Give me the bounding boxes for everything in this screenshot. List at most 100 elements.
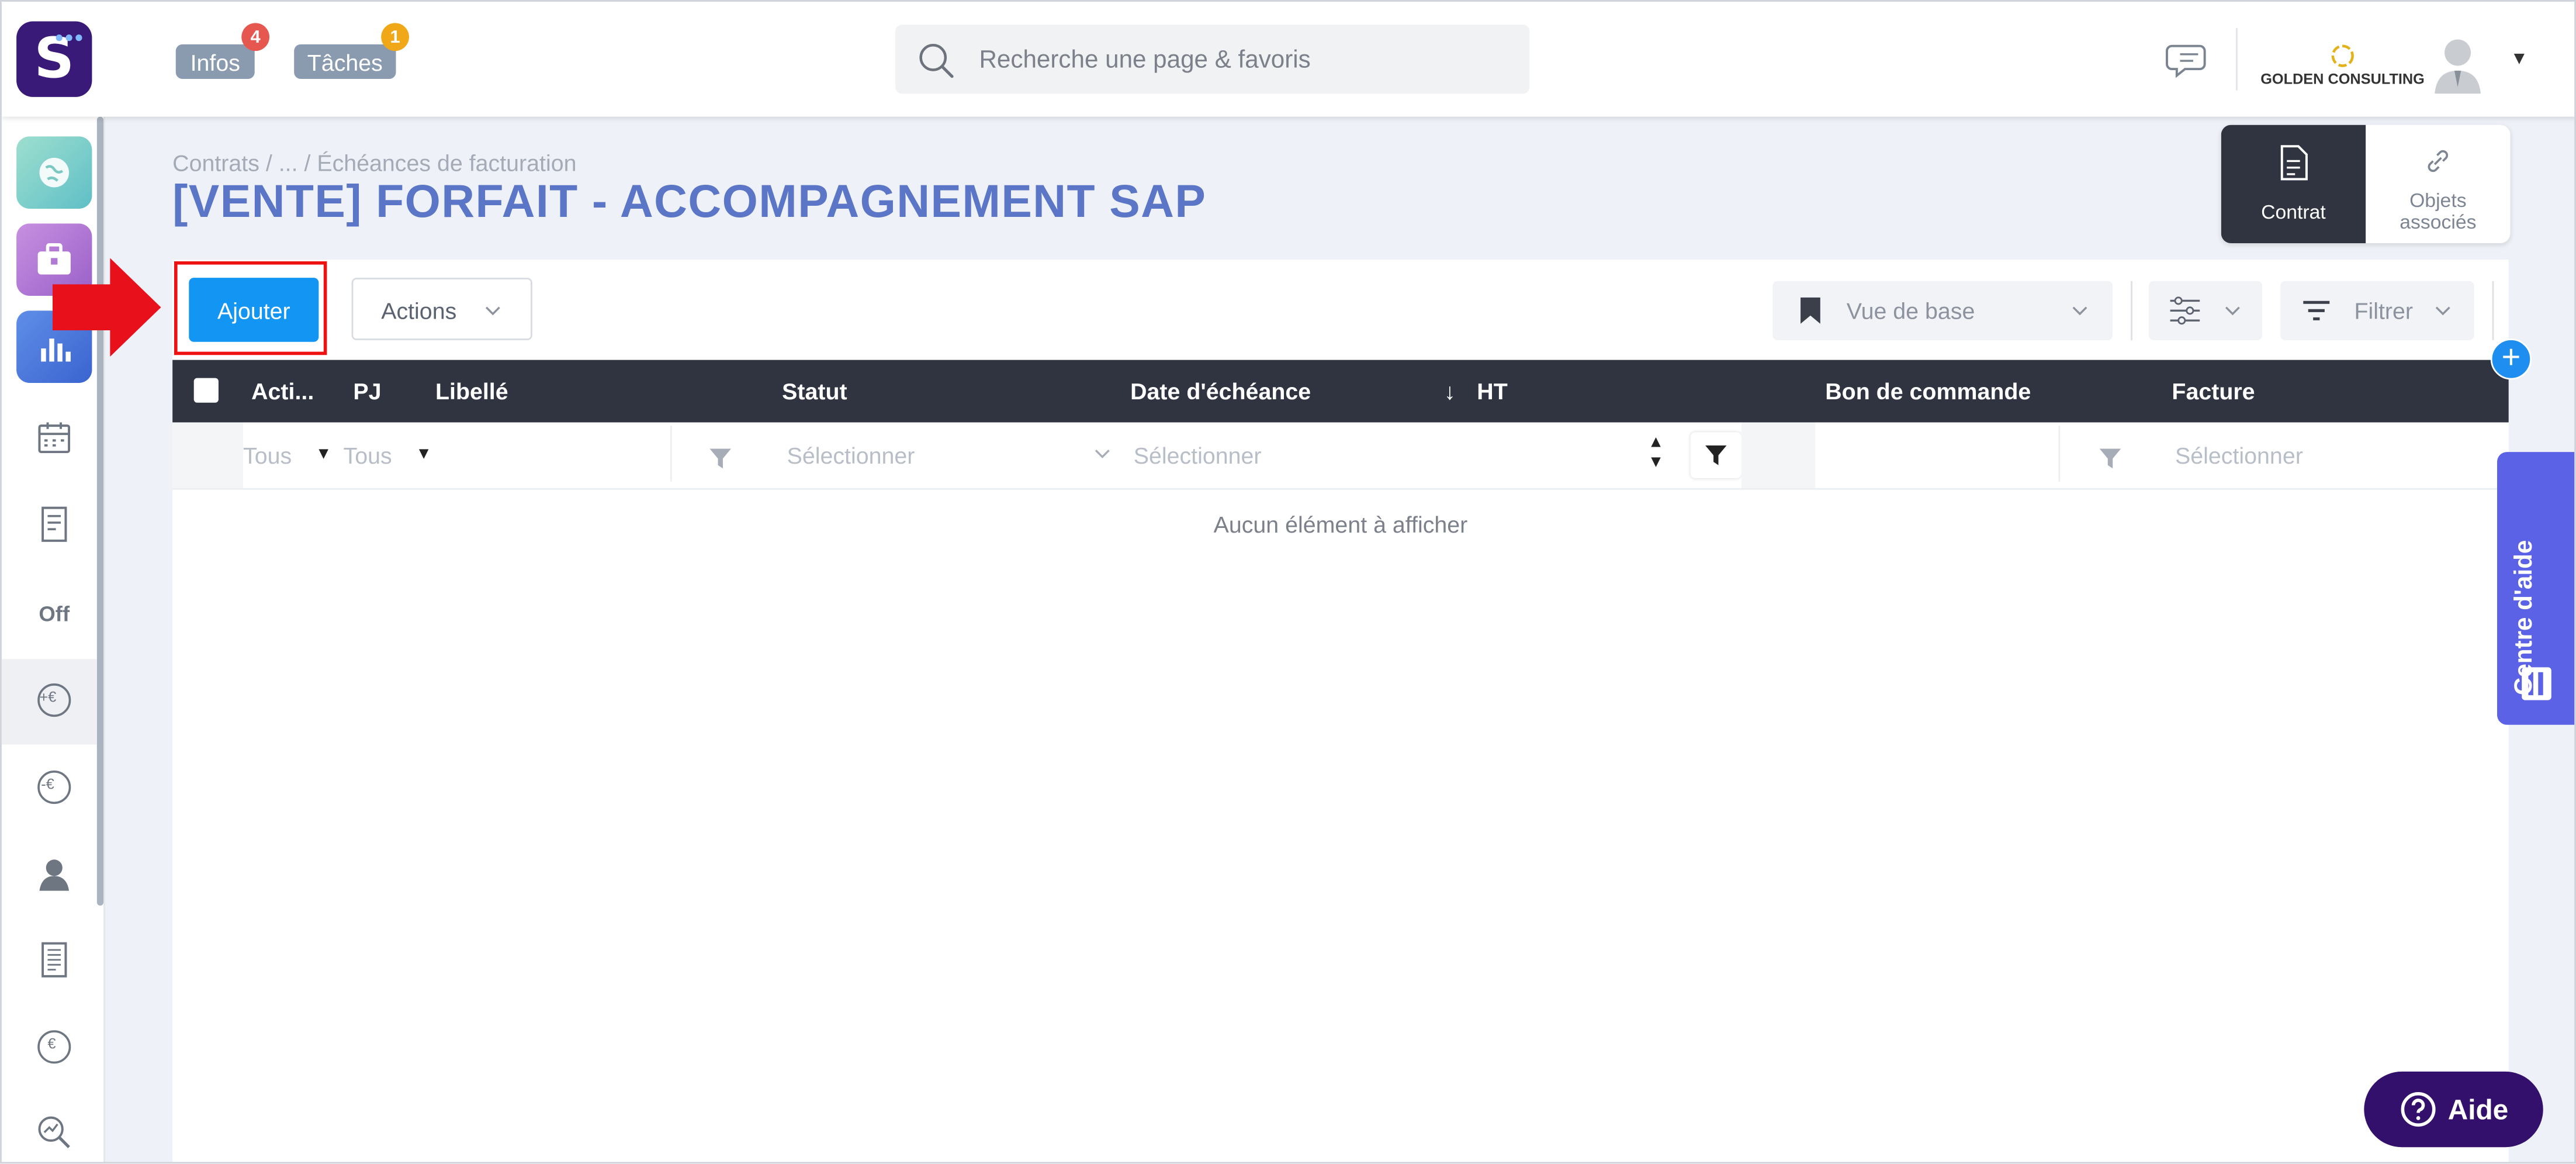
chevron-down-icon: [2072, 306, 2087, 316]
funnel-icon: [1705, 445, 1727, 465]
select-all-checkbox[interactable]: [193, 378, 219, 403]
document-icon: [2280, 145, 2308, 181]
funnel-icon[interactable]: [2099, 448, 2121, 469]
sliders-icon: [2170, 296, 2200, 325]
breadcrumb[interactable]: Contrats / ... / Échéances de facturatio…: [172, 150, 576, 176]
statut-filter-value: Sélectionner: [787, 442, 915, 469]
view-selector[interactable]: Vue de base: [1772, 281, 2113, 340]
chat-icon[interactable]: [2165, 41, 2211, 80]
add-button-label: Ajouter: [217, 296, 290, 323]
taches-button[interactable]: Tâches: [294, 44, 396, 79]
app-window: S Infos 4 Tâches 1 Recherche une page & …: [0, 0, 2576, 1164]
filter-divider: [670, 426, 672, 482]
libelle-filter-input[interactable]: [428, 426, 672, 482]
ht-filter-input[interactable]: ▲ ▼: [1467, 426, 1678, 482]
tab-objets-label: Objets associés: [2400, 189, 2477, 234]
sidebar-item-users[interactable]: [25, 845, 84, 904]
column-libelle[interactable]: Libellé: [435, 378, 508, 405]
sidebar-item-payments[interactable]: €: [25, 1017, 84, 1076]
company-logo-icon: [2331, 44, 2354, 67]
chevron-down-icon: [2225, 306, 2240, 316]
actions-filter-select[interactable]: Tous ▼: [243, 426, 339, 482]
filter-divider: [2058, 426, 2061, 482]
sidebar-item-calendar[interactable]: [25, 407, 84, 467]
receipt-icon: [41, 506, 67, 542]
sidebar-scrollbar[interactable]: [96, 116, 104, 906]
bookmark-icon: [1801, 297, 1820, 324]
user-menu-caret-icon[interactable]: ▼: [2511, 49, 2529, 69]
filter-button[interactable]: Filtrer: [2280, 281, 2474, 340]
taches-label: Tâches: [307, 48, 383, 75]
sidebar-item-globe[interactable]: [16, 136, 92, 209]
aide-label: Aide: [2447, 1094, 2509, 1126]
off-icon: Off: [39, 600, 70, 626]
sort-desc-icon[interactable]: ↓: [1444, 378, 1456, 405]
actions-dropdown[interactable]: Actions: [351, 278, 532, 340]
search-placeholder: Recherche une page & favoris: [979, 46, 1311, 74]
logo-dots: [56, 34, 82, 42]
sidebar-item-expenses[interactable]: -€: [25, 758, 84, 817]
globe-icon: [39, 157, 70, 188]
bon-commande-filter-input[interactable]: [1815, 426, 2059, 482]
link-icon: [2428, 150, 2449, 172]
user-icon: [39, 859, 70, 891]
search-chart-icon: [38, 1116, 70, 1149]
filter-row-gutter: [172, 422, 244, 488]
column-actions[interactable]: Acti...: [251, 378, 314, 405]
question-icon: [2401, 1092, 2436, 1127]
toolbar-divider: [2131, 281, 2132, 340]
filter-label: Filtrer: [2354, 297, 2414, 324]
actions-label: Actions: [381, 297, 457, 324]
actions-filter-value: Tous: [243, 442, 292, 469]
funnel-icon[interactable]: [709, 448, 731, 469]
search-icon: [919, 44, 954, 78]
infos-label: Infos: [190, 48, 240, 75]
add-button[interactable]: Ajouter: [189, 278, 319, 342]
aide-button[interactable]: Aide: [2364, 1071, 2543, 1148]
pj-filter-select[interactable]: Tous ▼: [343, 426, 432, 482]
page-title: [VENTE] FORFAIT - ACCOMPAGNEMENT SAP: [172, 175, 1207, 227]
sidebar-item-receipt[interactable]: [25, 495, 84, 554]
column-facture[interactable]: Facture: [2172, 378, 2255, 405]
facture-filter-select[interactable]: Sélectionner: [2162, 426, 2507, 482]
infos-button[interactable]: Infos: [175, 44, 255, 79]
column-bon-de-commande[interactable]: Bon de commande: [1825, 378, 2031, 405]
coin-text: €: [47, 1035, 56, 1052]
ht-filter-button[interactable]: [1690, 432, 1741, 479]
tab-objets-associes[interactable]: Objets associés: [2366, 125, 2510, 243]
stepper-icon[interactable]: ▲ ▼: [1648, 434, 1664, 473]
facture-filter-value: Sélectionner: [2175, 442, 2303, 469]
filter-row-gutter: [1741, 422, 1816, 488]
table-header: Acti... PJ Libellé Statut Date d'échéanc…: [172, 360, 2509, 423]
view-label: Vue de base: [1846, 297, 1975, 324]
sidebar-item-analysis[interactable]: [25, 1103, 84, 1162]
column-settings-button[interactable]: [2149, 281, 2263, 340]
tab-contrat-label: Contrat: [2261, 200, 2326, 224]
empty-state-message: Aucun élément à afficher: [1213, 511, 1468, 538]
chevron-down-icon: [1095, 450, 1110, 458]
sidebar-item-off[interactable]: Off: [25, 583, 84, 643]
sidebar-item-revenue[interactable]: +€: [25, 671, 84, 730]
pj-filter-value: Tous: [343, 442, 392, 469]
invoice-icon: [41, 942, 67, 978]
column-pj[interactable]: PJ: [353, 378, 381, 405]
date-filter-select[interactable]: Sélectionner: [1120, 426, 1466, 482]
sidebar-item-invoices[interactable]: [25, 930, 84, 989]
column-ht[interactable]: HT: [1477, 378, 1507, 405]
app-logo[interactable]: S: [16, 21, 92, 97]
taches-badge: 1: [381, 23, 409, 51]
avatar[interactable]: [2432, 34, 2484, 94]
tab-contrat[interactable]: Contrat: [2221, 125, 2366, 244]
help-center-tab[interactable]: Centre d'aide: [2497, 452, 2575, 725]
column-date-echeance[interactable]: Date d'échéance: [1130, 378, 1311, 405]
date-filter-value: Sélectionner: [1133, 442, 1262, 469]
filter-row: Tous ▼ Tous ▼ Sélectionner Sélectionner …: [172, 422, 2509, 490]
header-divider: [2236, 27, 2238, 91]
company-name: GOLDEN CONSULTING: [2260, 70, 2425, 87]
search-input[interactable]: Recherche une page & favoris: [895, 25, 1530, 94]
red-arrow-icon: [52, 258, 161, 357]
top-bar: S Infos 4 Tâches 1 Recherche une page & …: [1, 1, 2575, 117]
column-statut[interactable]: Statut: [782, 378, 847, 405]
statut-filter-select[interactable]: Sélectionner: [774, 426, 1116, 482]
add-column-plus-icon[interactable]: +: [2490, 339, 2532, 380]
